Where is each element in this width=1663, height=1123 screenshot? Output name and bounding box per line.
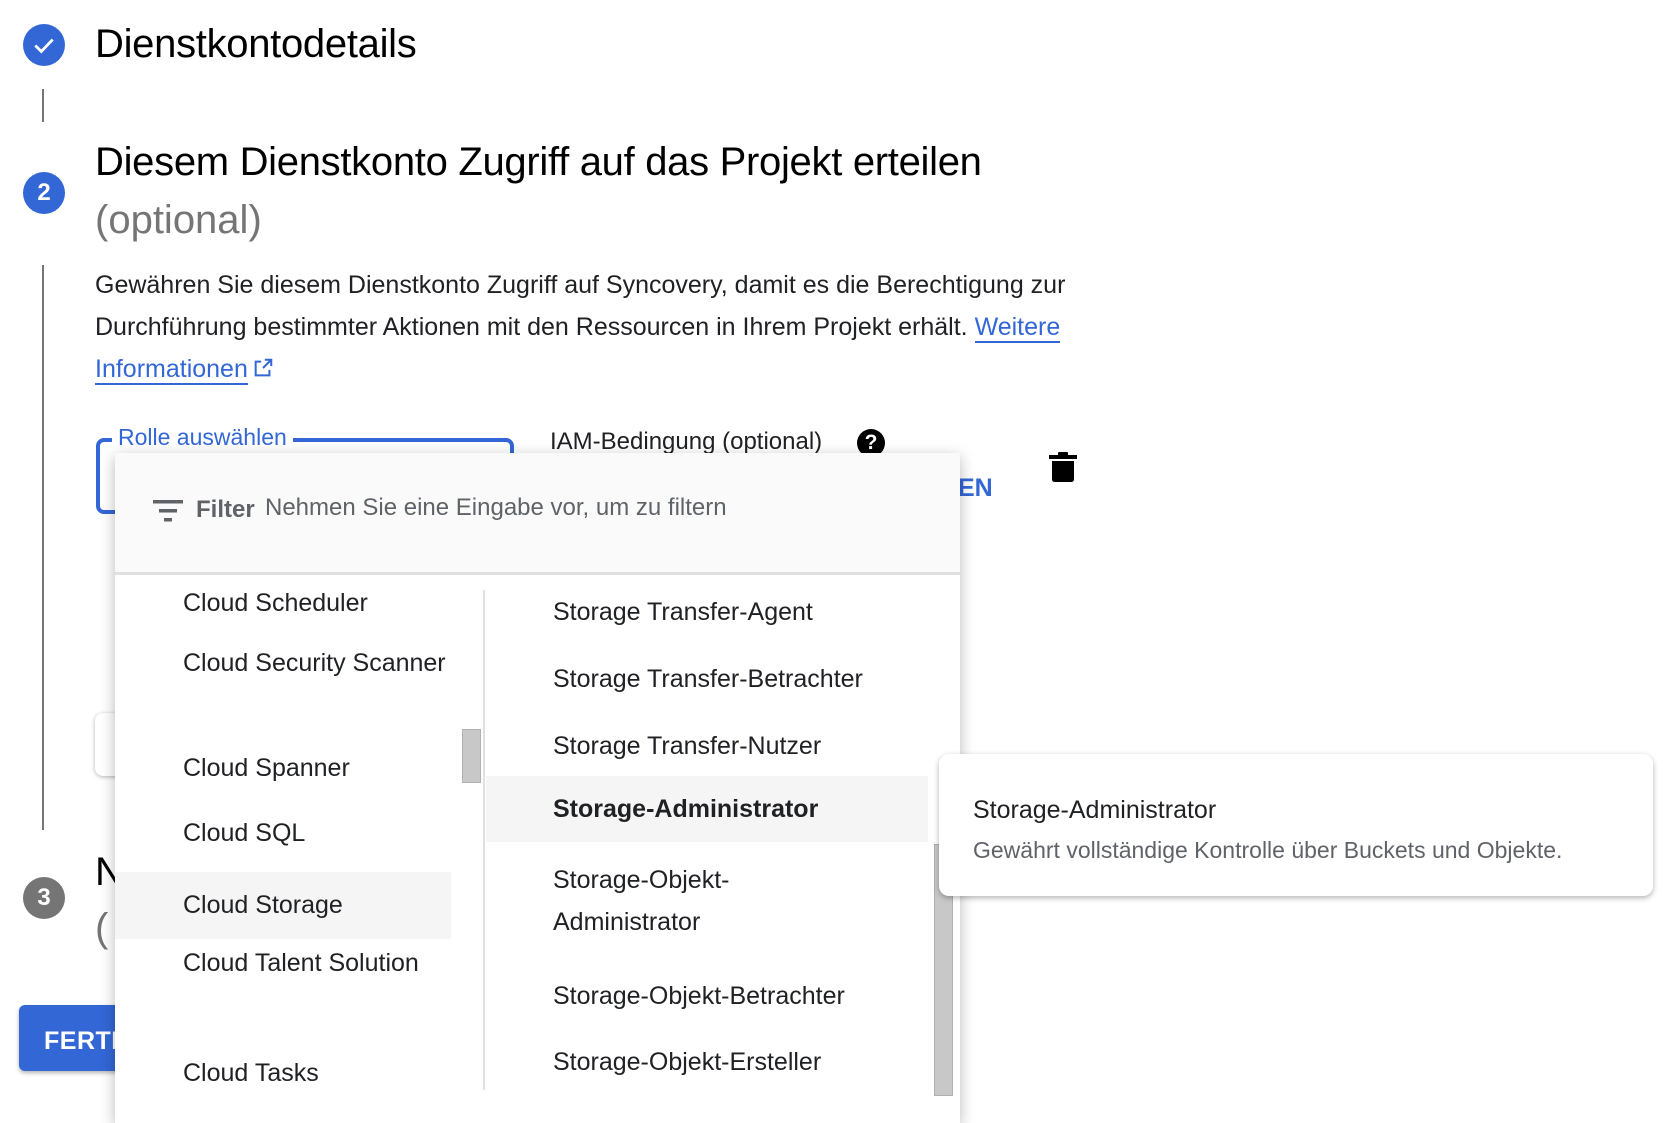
tooltip-description: Gewährt vollständige Kontrolle über Buck…: [973, 837, 1563, 863]
role-item[interactable]: Storage-Objekt-Administrator: [486, 842, 786, 967]
role-item-label: Storage Transfer-Betrachter: [553, 665, 863, 693]
service-item-label: Cloud Security Scanner: [183, 649, 446, 677]
role-item-label: Storage-Objekt-Administrator: [553, 866, 730, 936]
step-3-indicator: 3: [23, 877, 65, 919]
role-item-label: Storage-Objekt-Ersteller: [553, 1048, 822, 1076]
service-item-label: Cloud SQL: [183, 819, 306, 847]
role-item-label: Storage Transfer-Nutzer: [553, 732, 822, 760]
service-item-label: Cloud Scheduler: [183, 589, 368, 617]
role-item-label: Storage-Objekt-Betrachter: [553, 982, 845, 1010]
role-item[interactable]: Storage-Objekt-Ersteller: [486, 1033, 926, 1099]
service-item-label: Cloud Spanner: [183, 754, 350, 782]
role-item-hovered[interactable]: Storage-Administrator: [486, 776, 928, 842]
filter-bar: Filter: [115, 453, 960, 575]
step-2-optional-label: (optional): [95, 198, 262, 242]
role-item-label: Storage Transfer-Agent: [553, 598, 813, 626]
iam-condition-label: IAM-Bedingung (optional): [550, 428, 823, 455]
add-condition-button[interactable]: EN: [958, 474, 993, 503]
service-item[interactable]: Cloud Talent Solution: [115, 939, 451, 1044]
service-item-label: Cloud Storage: [183, 891, 343, 919]
trash-icon[interactable]: [1049, 451, 1077, 483]
step-2-indicator: 2: [23, 172, 65, 214]
service-item[interactable]: Cloud Security Scanner: [115, 635, 451, 740]
step-1-title[interactable]: Dienstkontodetails: [95, 22, 417, 67]
filter-input[interactable]: [263, 493, 867, 523]
service-item[interactable]: Cloud Scheduler: [115, 575, 451, 635]
service-item-label: Cloud Tasks: [183, 1059, 319, 1087]
service-item[interactable]: Cloud Tasks: [115, 1044, 451, 1114]
role-dropdown: Filter Cloud Scheduler Cloud Security Sc…: [115, 453, 960, 1123]
filter-icon: [153, 500, 183, 522]
role-item-label: Storage-Administrator: [553, 795, 819, 823]
service-item[interactable]: Cloud Spanner: [115, 740, 451, 805]
role-tooltip: Storage-Administrator Gewährt vollständi…: [939, 754, 1653, 896]
step-3-optional-label: (: [95, 906, 109, 950]
service-item-selected[interactable]: Cloud Storage: [115, 872, 451, 939]
step-connector: [42, 89, 44, 122]
service-list-scrollbar[interactable]: [462, 729, 481, 783]
step-1-complete-indicator: [23, 24, 65, 66]
step-connector: [42, 265, 44, 830]
step-2-description: Gewähren Sie diesem Dienstkonto Zugriff …: [95, 264, 1095, 390]
role-item[interactable]: Storage-Objekt-Betrachter: [486, 967, 926, 1033]
role-item[interactable]: Storage Transfer-Betrachter: [486, 642, 926, 709]
step-2-title[interactable]: Diesem Dienstkonto Zugriff auf das Proje…: [95, 140, 982, 185]
role-item[interactable]: Storage Transfer-Agent: [486, 575, 926, 642]
check-icon: [34, 38, 54, 54]
role-select-label: Rolle auswählen: [112, 424, 293, 451]
role-item[interactable]: Storage Transfer-Nutzer: [486, 709, 926, 776]
service-item[interactable]: Cloud SQL: [115, 805, 451, 872]
external-link-icon[interactable]: [252, 357, 274, 379]
service-item-label: Cloud Talent Solution: [183, 949, 419, 977]
description-text: Gewähren Sie diesem Dienstkonto Zugriff …: [95, 271, 1066, 341]
role-list: Storage Transfer-Agent Storage Transfer-…: [486, 575, 946, 1120]
column-divider: [483, 590, 485, 1090]
filter-label: Filter: [196, 496, 255, 523]
tooltip-title: Storage-Administrator: [973, 796, 1217, 824]
service-list: Cloud Scheduler Cloud Security Scanner C…: [115, 575, 451, 1120]
